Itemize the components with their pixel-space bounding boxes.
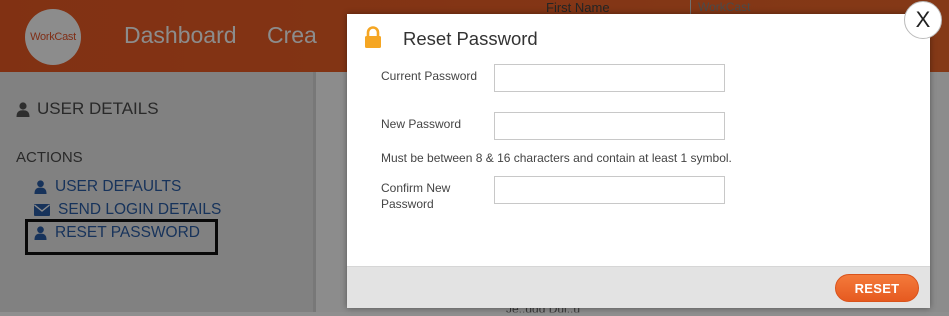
current-password-label: Current Password [381,69,478,83]
confirm-password-input[interactable] [494,176,725,204]
new-password-input[interactable] [494,112,725,140]
confirm-password-label: Confirm New Password [381,181,451,211]
reset-button[interactable]: RESET [835,274,919,302]
lock-icon [365,26,381,48]
reset-password-dialog: Reset Password Current Password New Pass… [347,14,930,308]
close-icon: X [915,7,931,32]
modal-header: Reset Password [347,14,930,62]
current-password-input[interactable] [494,64,725,92]
new-password-label: New Password [381,117,462,131]
modal-footer: RESET [347,266,930,308]
close-dialog-button[interactable]: X [904,1,942,39]
modal-title: Reset Password [403,28,538,49]
password-requirements-hint: Must be between 8 & 16 characters and co… [381,151,732,165]
